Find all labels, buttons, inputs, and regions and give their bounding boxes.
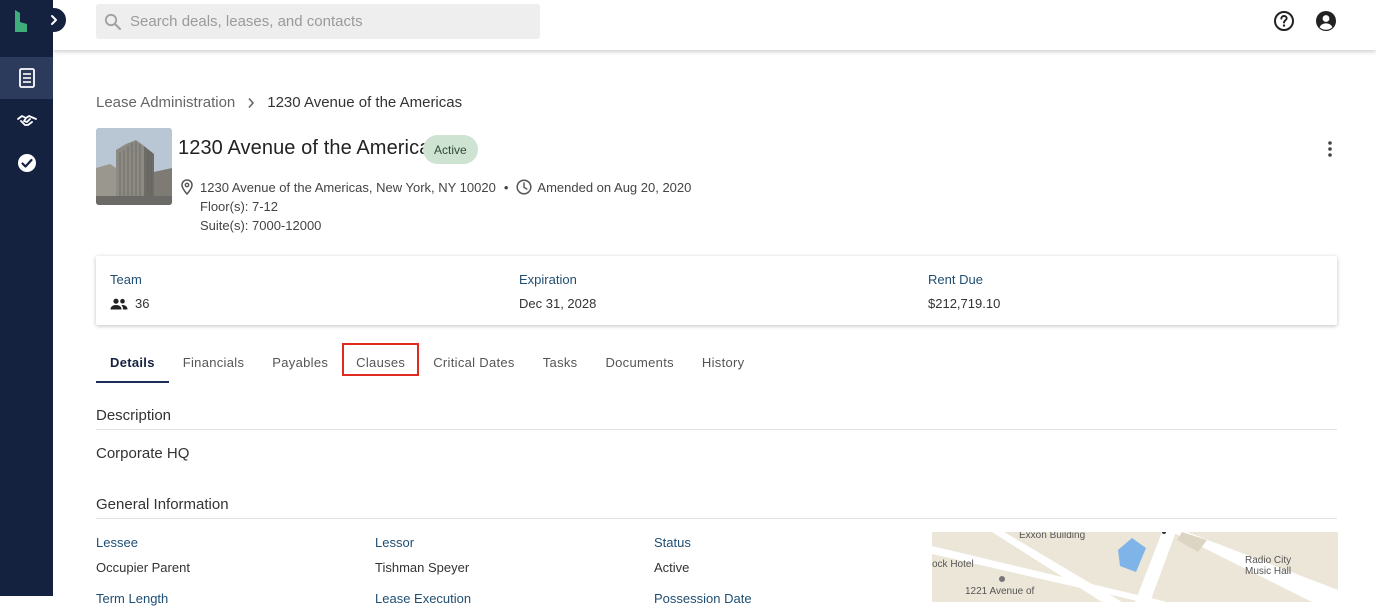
rent-due-value: $212,719.10 — [928, 296, 1001, 311]
description-value: Corporate HQ — [96, 445, 190, 462]
more-options-button[interactable] — [1320, 139, 1340, 159]
highlight-box — [342, 343, 420, 376]
expiration-label: Expiration — [519, 272, 577, 287]
rent-due-label: Rent Due — [928, 272, 983, 287]
lease-execution-label: Lease Execution — [375, 591, 472, 606]
tab-bar: Details Financials Payables Clauses Crit… — [96, 341, 758, 383]
lessee-value: Occupier Parent — [96, 560, 190, 575]
tab-payables[interactable]: Payables — [258, 341, 342, 383]
floors-text: Floor(s): 7-12 — [200, 199, 279, 214]
map-label-hotel: ock Hotel — [932, 559, 974, 570]
sidebar — [0, 0, 53, 596]
description-title: Description — [96, 407, 172, 424]
lessee-label: Lessee — [96, 535, 138, 550]
sidebar-item-deals[interactable] — [0, 100, 53, 142]
expiration-value: Dec 31, 2028 — [519, 296, 597, 311]
tab-history[interactable]: History — [688, 341, 759, 383]
tab-details[interactable]: Details — [96, 341, 169, 383]
team-count: 36 — [135, 296, 150, 311]
document-icon — [18, 68, 35, 88]
address-row: 1230 Avenue of the Americas, New York, N… — [180, 179, 691, 195]
breadcrumb: Lease Administration 1230 Avenue of the … — [96, 94, 462, 111]
check-circle-icon — [17, 154, 36, 172]
status-field: Status Active — [654, 535, 691, 575]
lessor-field: Lessor Tishman Speyer — [375, 535, 469, 575]
map-label-radio-city: Radio City Music Hall — [1245, 555, 1292, 577]
status-label: Status — [654, 535, 691, 550]
page-title: 1230 Avenue of the Americas — [178, 137, 441, 159]
summary-rent: Rent Due $212,719.10 — [928, 272, 1000, 311]
chevron-right-icon — [51, 15, 57, 25]
help-icon[interactable] — [1273, 10, 1295, 32]
more-vertical-icon — [1328, 141, 1332, 157]
clock-icon — [516, 179, 532, 195]
sidebar-item-tasks[interactable] — [0, 142, 53, 184]
status-badge: Active — [423, 135, 478, 164]
term-length-label: Term Length — [96, 591, 169, 606]
property-thumbnail — [96, 128, 172, 205]
map-label-exxon: Exxon Building — [1019, 532, 1086, 541]
expand-sidebar-button[interactable] — [42, 8, 66, 32]
tab-documents[interactable]: Documents — [591, 341, 687, 383]
map-label-1221: 1221 Avenue of — [965, 586, 1035, 597]
sidebar-item-leases[interactable] — [0, 57, 53, 99]
search-input[interactable] — [130, 13, 530, 30]
possession-date-label: Possession Date — [654, 591, 752, 606]
handshake-icon — [16, 115, 37, 126]
address-text: 1230 Avenue of the Americas, New York, N… — [200, 179, 496, 195]
divider — [96, 429, 1337, 430]
tab-tasks[interactable]: Tasks — [529, 341, 592, 383]
location-pin-icon — [181, 179, 193, 195]
breadcrumb-lease-administration[interactable]: Lease Administration — [96, 94, 235, 111]
tab-clauses[interactable]: Clauses — [342, 341, 420, 383]
lessee-field: Lessee Occupier Parent — [96, 535, 190, 575]
summary-team: Team 36 — [110, 272, 149, 311]
summary-card: Team 36 Expiration Dec 31, 2028 Rent Due… — [96, 256, 1337, 325]
general-info-title: General Information — [96, 496, 229, 513]
amended-date: Amended on Aug 20, 2020 — [537, 179, 692, 195]
lessor-label: Lessor — [375, 535, 415, 550]
breadcrumb-current: 1230 Avenue of the Americas — [267, 94, 463, 111]
tab-critical-dates[interactable]: Critical Dates — [419, 341, 529, 383]
chevron-right-icon — [247, 97, 255, 109]
team-label: Team — [110, 272, 142, 287]
meta-separator: • — [503, 179, 509, 195]
lessor-value: Tishman Speyer — [375, 560, 470, 575]
app-logo-icon[interactable] — [14, 10, 28, 32]
location-map[interactable]: Exxon Building ock Hotel Radio City Musi… — [932, 532, 1338, 602]
team-value-row: 36 — [110, 296, 149, 311]
summary-expiration: Expiration Dec 31, 2028 — [519, 272, 596, 311]
suites-text: Suite(s): 7000-12000 — [200, 218, 322, 233]
search-box[interactable] — [96, 4, 540, 39]
top-bar — [53, 0, 1376, 50]
search-icon — [104, 13, 121, 30]
tab-financials[interactable]: Financials — [169, 341, 259, 383]
account-circle-icon[interactable] — [1315, 10, 1337, 32]
people-icon — [110, 298, 128, 309]
divider — [96, 518, 1337, 519]
status-value: Active — [654, 560, 690, 575]
